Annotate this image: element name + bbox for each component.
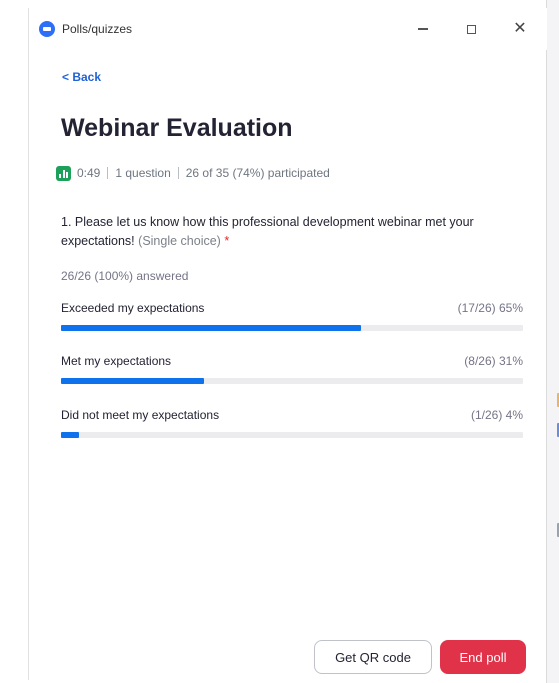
option-bar-track xyxy=(61,325,523,331)
option-bar-track xyxy=(61,378,523,384)
question-text: 1. Please let us know how this professio… xyxy=(61,215,474,248)
maximize-button[interactable] xyxy=(453,17,489,41)
required-marker: * xyxy=(224,234,230,248)
poll-meta: 0:49 1 question 26 of 35 (74%) participa… xyxy=(56,165,330,181)
close-icon: ✕ xyxy=(513,20,527,37)
option-bar-fill xyxy=(61,432,80,438)
bar-chart-icon xyxy=(56,165,71,181)
background-window-edge xyxy=(546,0,559,683)
option-label: Did not meet my expectations xyxy=(61,408,220,422)
end-poll-button[interactable]: End poll xyxy=(440,640,526,674)
divider xyxy=(177,167,179,179)
option-bar-track xyxy=(61,432,523,438)
option-bar-fill xyxy=(61,325,362,331)
window-title: Polls/quizzes xyxy=(62,22,133,36)
maximize-icon xyxy=(466,24,476,34)
elapsed-time: 0:49 xyxy=(77,166,101,180)
back-link[interactable]: < Back xyxy=(62,70,101,84)
minimize-icon xyxy=(418,28,428,30)
participation: 26 of 35 (74%) participated xyxy=(185,166,330,180)
zoom-app-icon xyxy=(39,21,55,37)
option-stat: (1/26) 4% xyxy=(470,408,523,422)
question-text-block: 1. Please let us know how this professio… xyxy=(61,213,531,251)
polls-window: Polls/quizzes ✕ < Back Webinar Evaluatio… xyxy=(28,8,547,680)
get-qr-code-button[interactable]: Get QR code xyxy=(314,640,432,674)
answered-count: 26/26 (100%) answered xyxy=(61,269,189,283)
title-bar[interactable]: Polls/quizzes ✕ xyxy=(29,8,547,50)
question-type-hint: (Single choice) xyxy=(138,234,221,248)
option-stat: (17/26) 65% xyxy=(457,301,523,315)
minimize-button[interactable] xyxy=(405,17,441,41)
option-bar-fill xyxy=(61,378,205,384)
close-button[interactable]: ✕ xyxy=(502,17,538,41)
question-count: 1 question xyxy=(115,166,171,180)
option-label: Met my expectations xyxy=(61,354,172,368)
poll-title: Webinar Evaluation xyxy=(61,114,293,142)
option-stat: (8/26) 31% xyxy=(464,354,523,368)
divider xyxy=(107,167,109,179)
option-label: Exceeded my expectations xyxy=(61,301,205,315)
